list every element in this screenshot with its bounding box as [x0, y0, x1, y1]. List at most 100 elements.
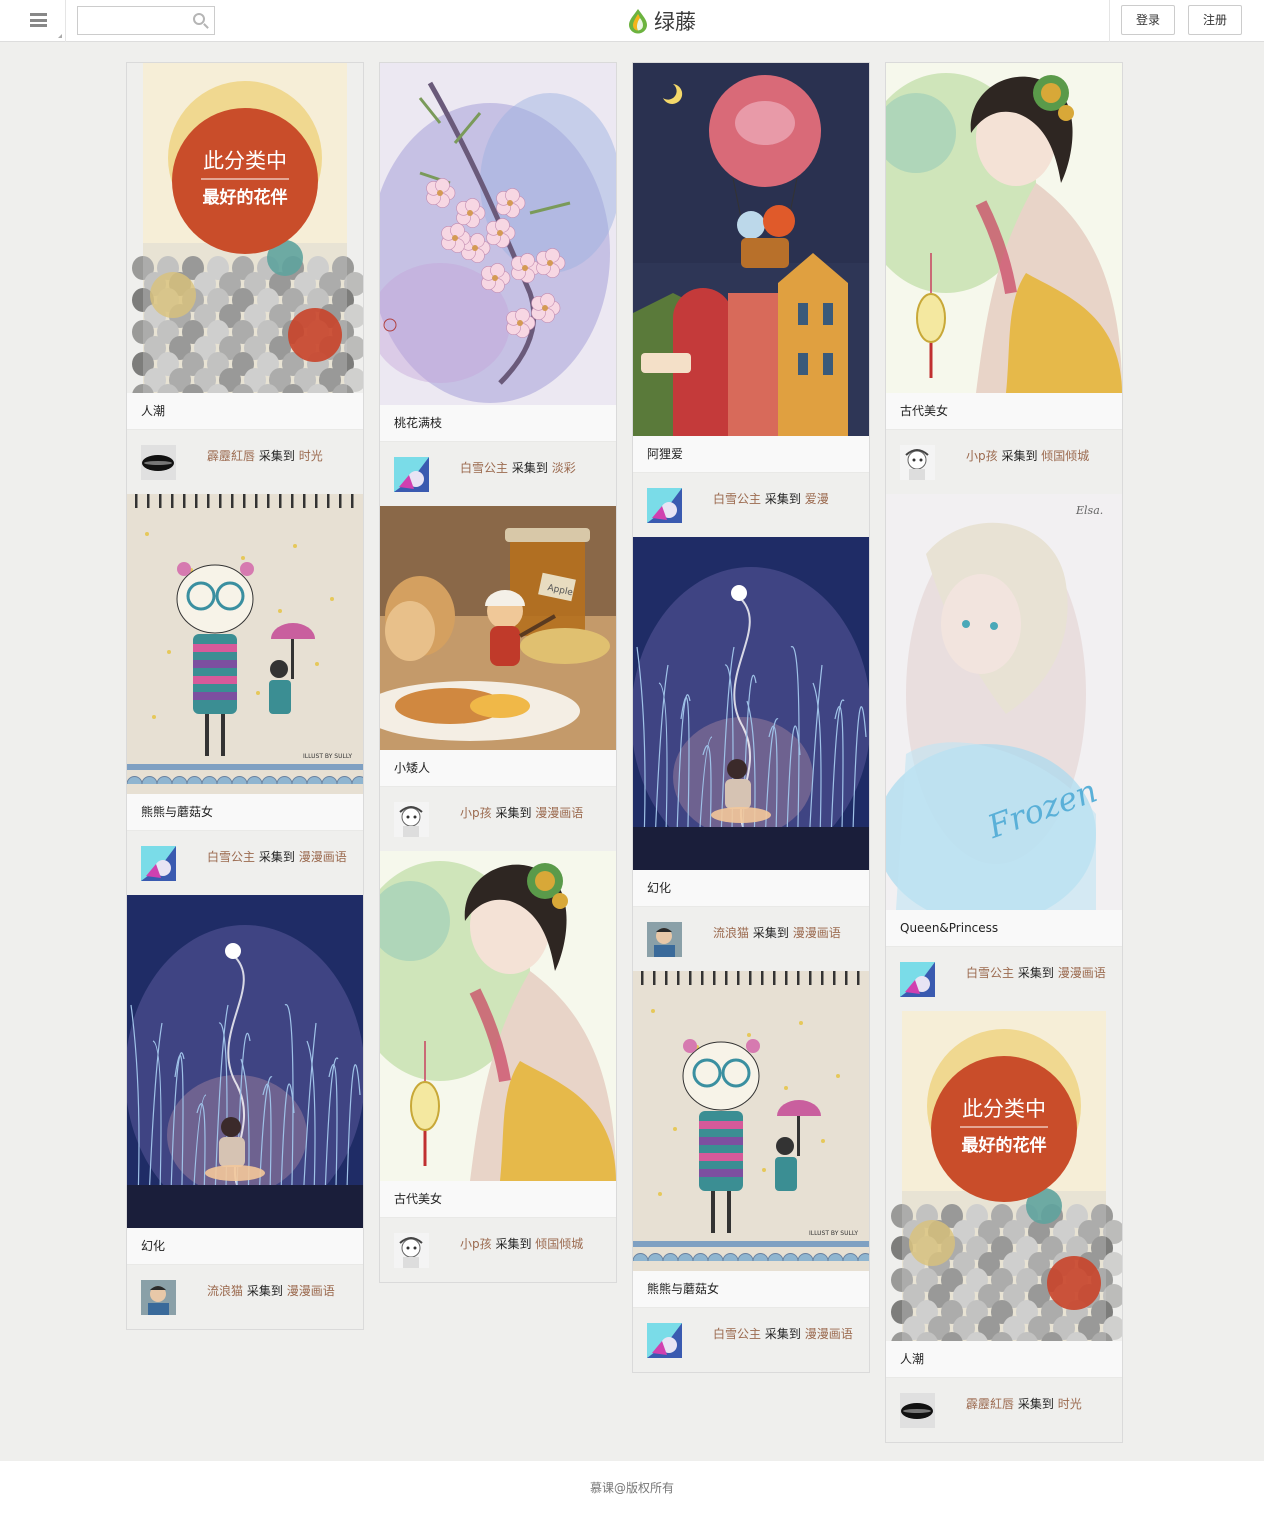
board-link[interactable]: 爱漫 [805, 492, 829, 506]
user-avatar[interactable] [900, 445, 935, 480]
pin-image[interactable]: ILLUST BY SULLY [633, 971, 869, 1271]
board-link[interactable]: 时光 [1058, 1397, 1082, 1411]
pin-card[interactable]: 桃花满枝 白雪公主 采集到 淡彩 [380, 63, 616, 506]
pin-meta: 白雪公主 采集到 漫漫画语 [633, 1307, 869, 1372]
user-link[interactable]: 流浪猫 [713, 926, 749, 940]
corner-triangle-icon [58, 34, 62, 38]
board-link[interactable]: 时光 [299, 449, 323, 463]
board-link[interactable]: 漫漫画语 [535, 806, 583, 820]
site-logo[interactable]: 绿藤 [627, 6, 696, 36]
pin-title[interactable]: 熊熊与蘑菇女 [127, 794, 363, 830]
pin-title[interactable]: 幻化 [633, 870, 869, 906]
board-link[interactable]: 倾国倾城 [535, 1237, 583, 1251]
pin-meta: 流浪猫 采集到 漫漫画语 [127, 1264, 363, 1329]
user-avatar[interactable] [141, 846, 176, 881]
pin-card[interactable]: ILLUST BY SULLY 熊熊与蘑菇女 白雪公主 采集到 漫漫画语 [127, 494, 363, 895]
pin-title[interactable]: 古代美女 [380, 1181, 616, 1217]
pin-card[interactable]: ILLUST BY SULLY 熊熊与蘑菇女 白雪公主 采集到 漫漫画语 [633, 971, 869, 1372]
user-link[interactable]: 白雪公主 [460, 461, 508, 475]
pin-title[interactable]: 熊熊与蘑菇女 [633, 1271, 869, 1307]
login-button[interactable]: 登录 [1121, 5, 1175, 35]
user-link[interactable]: 小p孩 [460, 1237, 492, 1251]
footer: 慕课@版权所有 [0, 1461, 1264, 1516]
pin-title[interactable]: Queen&Princess [886, 910, 1122, 946]
user-link[interactable]: 霹靂紅唇 [207, 449, 255, 463]
register-button[interactable]: 注册 [1188, 5, 1242, 35]
collect-label: 采集到 [1017, 966, 1054, 980]
user-avatar[interactable] [394, 1233, 429, 1268]
user-link[interactable]: 白雪公主 [713, 492, 761, 506]
pin-title[interactable]: 小矮人 [380, 750, 616, 786]
user-avatar[interactable] [647, 488, 682, 523]
user-link[interactable]: 小p孩 [966, 449, 998, 463]
pin-image[interactable]: 此分类中 最好的花伴 [127, 63, 363, 393]
collect-info: 霹靂紅唇 采集到 时光 [966, 1395, 1082, 1412]
pin-meta: 霹靂紅唇 采集到 时光 [886, 1377, 1122, 1442]
user-avatar[interactable] [900, 1393, 935, 1428]
user-avatar[interactable] [394, 457, 429, 492]
pin-title[interactable]: 阿狸爱 [633, 436, 869, 472]
board-link[interactable]: 倾国倾城 [1041, 449, 1089, 463]
collect-info: 小p孩 采集到 倾国倾城 [966, 447, 1089, 464]
collect-label: 采集到 [246, 1284, 283, 1298]
user-link[interactable]: 白雪公主 [713, 1327, 761, 1341]
pin-image[interactable] [633, 537, 869, 870]
pin-meta: 小p孩 采集到 倾国倾城 [380, 1217, 616, 1282]
collect-label: 采集到 [258, 449, 295, 463]
board-link[interactable]: 漫漫画语 [1058, 966, 1106, 980]
pin-card[interactable]: 古代美女 小p孩 采集到 倾国倾城 [380, 851, 616, 1282]
user-avatar[interactable] [647, 922, 682, 957]
pin-title[interactable]: 人潮 [886, 1341, 1122, 1377]
pin-image[interactable]: Elsa. Frozen [886, 494, 1122, 910]
pin-card[interactable]: Elsa. Frozen Queen&Princess 白雪公主 采集到 漫漫画… [886, 494, 1122, 1011]
pin-meta: 小p孩 采集到 漫漫画语 [380, 786, 616, 851]
user-avatar[interactable] [141, 445, 176, 480]
pin-image[interactable] [380, 851, 616, 1181]
user-avatar[interactable] [141, 1280, 176, 1315]
pin-meta: 白雪公主 采集到 漫漫画语 [886, 946, 1122, 1011]
pin-meta: 白雪公主 采集到 爱漫 [633, 472, 869, 537]
pin-card[interactable]: Apple 小矮人 小p孩 采集到 漫漫画语 [380, 506, 616, 851]
collect-label: 采集到 [1001, 449, 1038, 463]
pin-column: 桃花满枝 白雪公主 采集到 淡彩 Apple 小矮人 小p孩 采集到 漫漫画语 … [379, 62, 617, 1283]
pin-image[interactable]: ILLUST BY SULLY [127, 494, 363, 794]
pin-card[interactable]: 阿狸爱 白雪公主 采集到 爱漫 [633, 63, 869, 537]
board-link[interactable]: 漫漫画语 [793, 926, 841, 940]
elsa-signature: Elsa. [1075, 504, 1103, 517]
pin-title[interactable]: 古代美女 [886, 393, 1122, 429]
pin-card[interactable]: 此分类中 最好的花伴 人潮 霹靂紅唇 采集到 时光 [127, 63, 363, 494]
pin-card[interactable]: 此分类中 最好的花伴 人潮 霹靂紅唇 采集到 时光 [886, 1011, 1122, 1442]
user-link[interactable]: 白雪公主 [207, 850, 255, 864]
pin-image[interactable] [380, 63, 616, 405]
pin-meta: 白雪公主 采集到 淡彩 [380, 441, 616, 506]
pin-title[interactable]: 幻化 [127, 1228, 363, 1264]
pin-image[interactable]: Apple [380, 506, 616, 750]
pin-meta: 霹靂紅唇 采集到 时光 [127, 429, 363, 494]
pin-title[interactable]: 人潮 [127, 393, 363, 429]
pin-image[interactable]: 此分类中 最好的花伴 [886, 1011, 1122, 1341]
pin-card[interactable]: 幻化 流浪猫 采集到 漫漫画语 [127, 895, 363, 1329]
board-link[interactable]: 淡彩 [552, 461, 576, 475]
search-icon[interactable] [193, 13, 205, 25]
user-link[interactable]: 小p孩 [460, 806, 492, 820]
pin-meta: 白雪公主 采集到 漫漫画语 [127, 830, 363, 895]
menu-button[interactable] [14, 0, 66, 42]
board-link[interactable]: 漫漫画语 [287, 1284, 335, 1298]
board-link[interactable]: 漫漫画语 [299, 850, 347, 864]
user-avatar[interactable] [647, 1323, 682, 1358]
user-link[interactable]: 霹靂紅唇 [966, 1397, 1014, 1411]
board-link[interactable]: 漫漫画语 [805, 1327, 853, 1341]
pin-card[interactable]: 古代美女 小p孩 采集到 倾国倾城 [886, 63, 1122, 494]
pin-card[interactable]: 幻化 流浪猫 采集到 漫漫画语 [633, 537, 869, 971]
pin-column: 阿狸爱 白雪公主 采集到 爱漫 幻化 流浪猫 采集到 漫漫画语 ILLUST B… [632, 62, 870, 1373]
pin-image[interactable] [886, 63, 1122, 393]
user-avatar[interactable] [394, 802, 429, 837]
user-link[interactable]: 白雪公主 [966, 966, 1014, 980]
collect-info: 白雪公主 采集到 漫漫画语 [713, 1325, 853, 1342]
user-link[interactable]: 流浪猫 [207, 1284, 243, 1298]
user-avatar[interactable] [900, 962, 935, 997]
search-input[interactable] [78, 7, 178, 34]
pin-title[interactable]: 桃花满枝 [380, 405, 616, 441]
pin-image[interactable] [127, 895, 363, 1228]
pin-image[interactable] [633, 63, 869, 436]
